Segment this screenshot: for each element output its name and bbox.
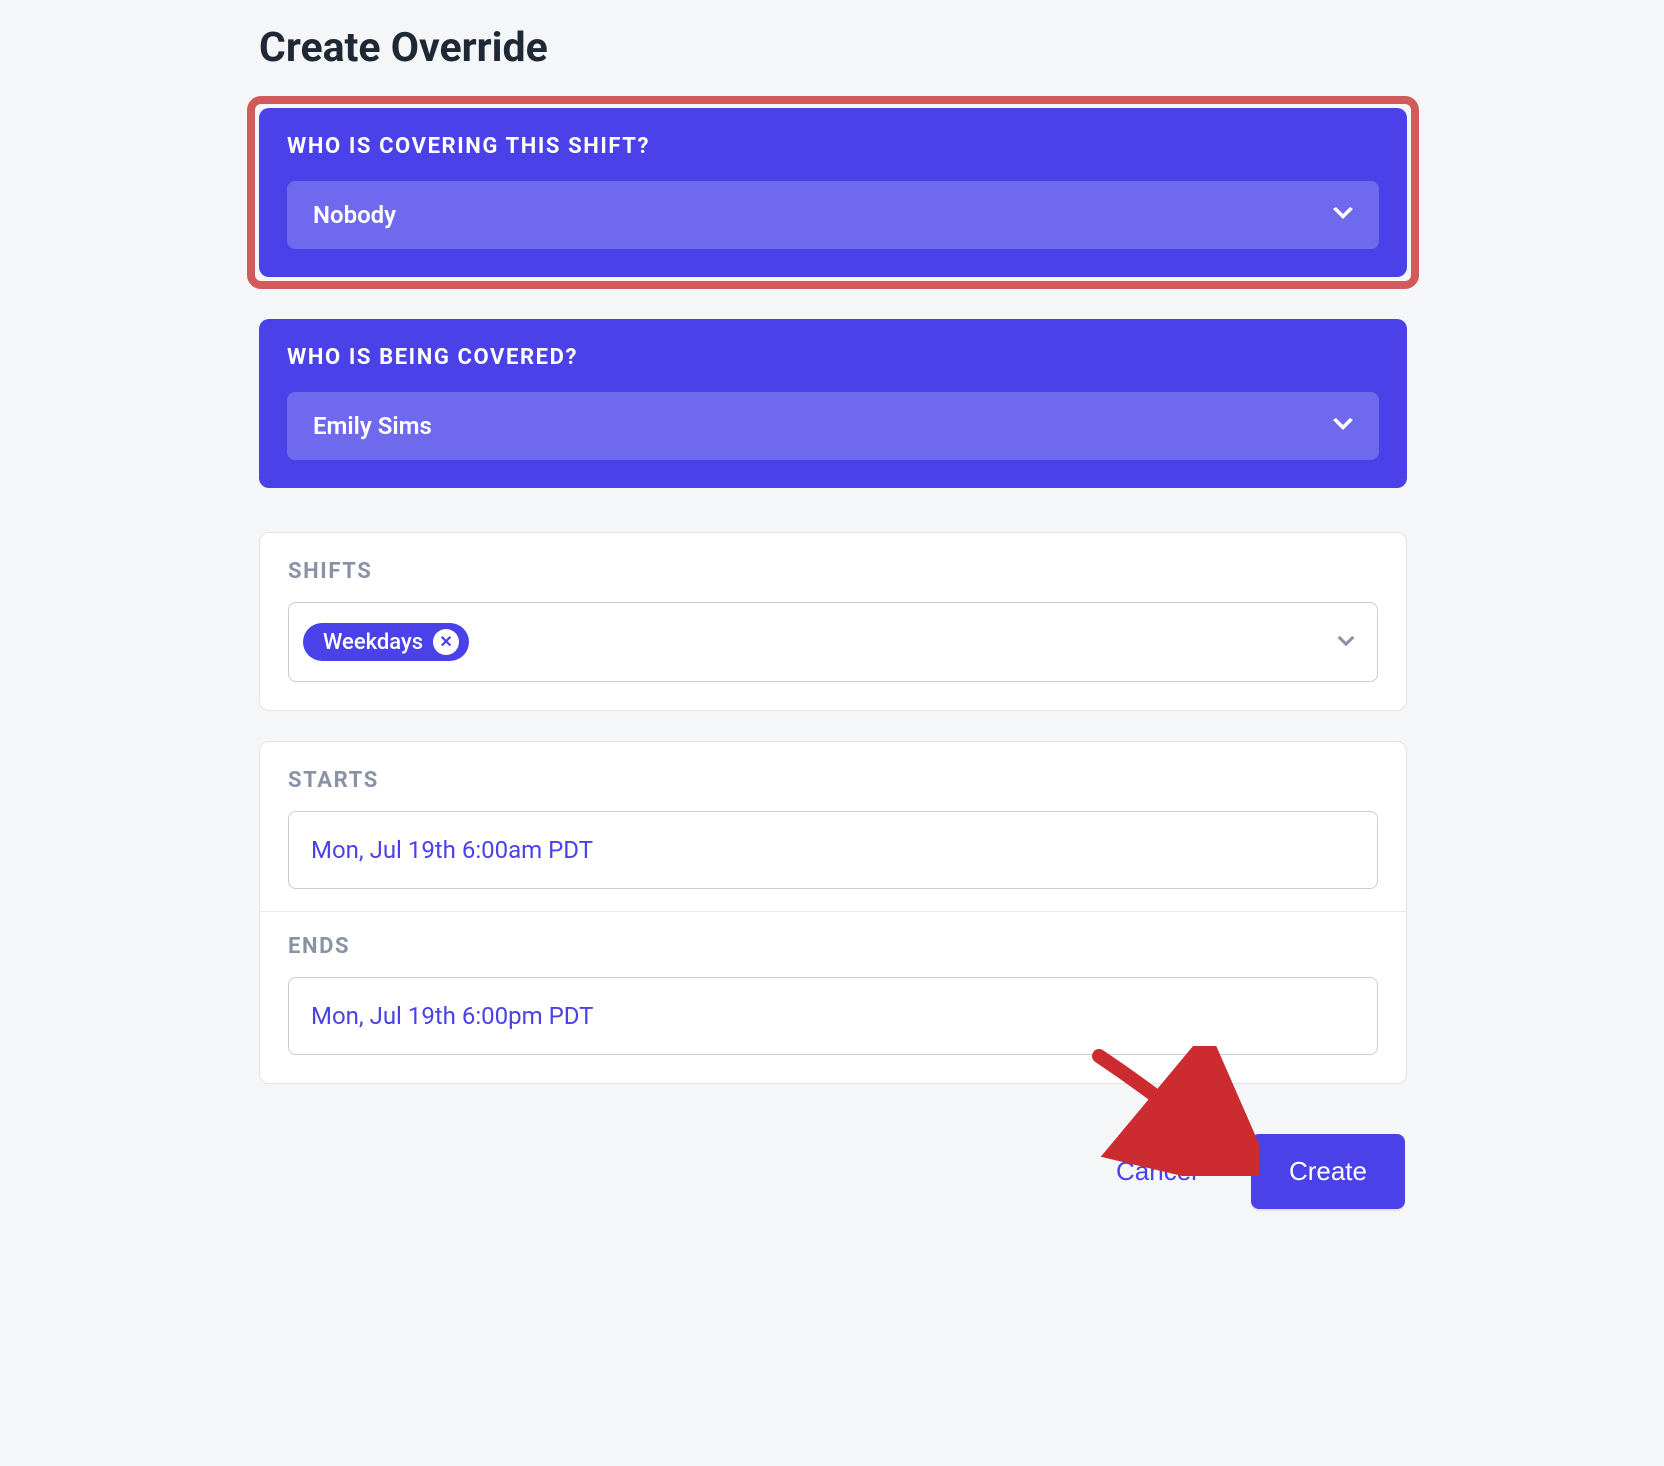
- starts-label: STARTS: [288, 768, 1378, 793]
- page-title: Create Override: [259, 24, 1407, 72]
- shifts-label: SHIFTS: [288, 559, 1378, 584]
- actions-row: Cancel Create: [259, 1084, 1407, 1209]
- shifts-card: SHIFTS Weekdays ✕: [259, 532, 1407, 711]
- ends-input[interactable]: Mon, Jul 19th 6:00pm PDT: [288, 977, 1378, 1055]
- shifts-select[interactable]: Weekdays ✕: [288, 602, 1378, 682]
- covering-label: WHO IS COVERING THIS SHIFT?: [287, 134, 1379, 159]
- covering-select-value: Nobody: [313, 201, 396, 229]
- divider: [260, 911, 1406, 912]
- covered-select-value: Emily Sims: [313, 412, 432, 440]
- ends-value: Mon, Jul 19th 6:00pm PDT: [311, 1002, 593, 1030]
- covered-label: WHO IS BEING COVERED?: [287, 345, 1379, 370]
- chevron-down-icon: [1333, 206, 1353, 225]
- covering-card: WHO IS COVERING THIS SHIFT? Nobody: [259, 108, 1407, 277]
- ends-label: ENDS: [288, 934, 1378, 959]
- starts-value: Mon, Jul 19th 6:00am PDT: [311, 836, 593, 864]
- shift-chip-label: Weekdays: [323, 630, 423, 655]
- chevron-down-icon: [1333, 417, 1353, 436]
- covered-card: WHO IS BEING COVERED? Emily Sims: [259, 319, 1407, 488]
- starts-input[interactable]: Mon, Jul 19th 6:00am PDT: [288, 811, 1378, 889]
- time-range-card: STARTS Mon, Jul 19th 6:00am PDT ENDS Mon…: [259, 741, 1407, 1084]
- covered-select[interactable]: Emily Sims: [287, 392, 1379, 460]
- highlight-covering-section: WHO IS COVERING THIS SHIFT? Nobody: [247, 96, 1419, 289]
- covering-select[interactable]: Nobody: [287, 181, 1379, 249]
- create-button[interactable]: Create: [1251, 1134, 1405, 1209]
- cancel-button[interactable]: Cancel: [1112, 1148, 1201, 1195]
- shift-chip: Weekdays ✕: [303, 623, 469, 661]
- chevron-down-icon: [1337, 633, 1355, 652]
- remove-chip-icon[interactable]: ✕: [433, 629, 459, 655]
